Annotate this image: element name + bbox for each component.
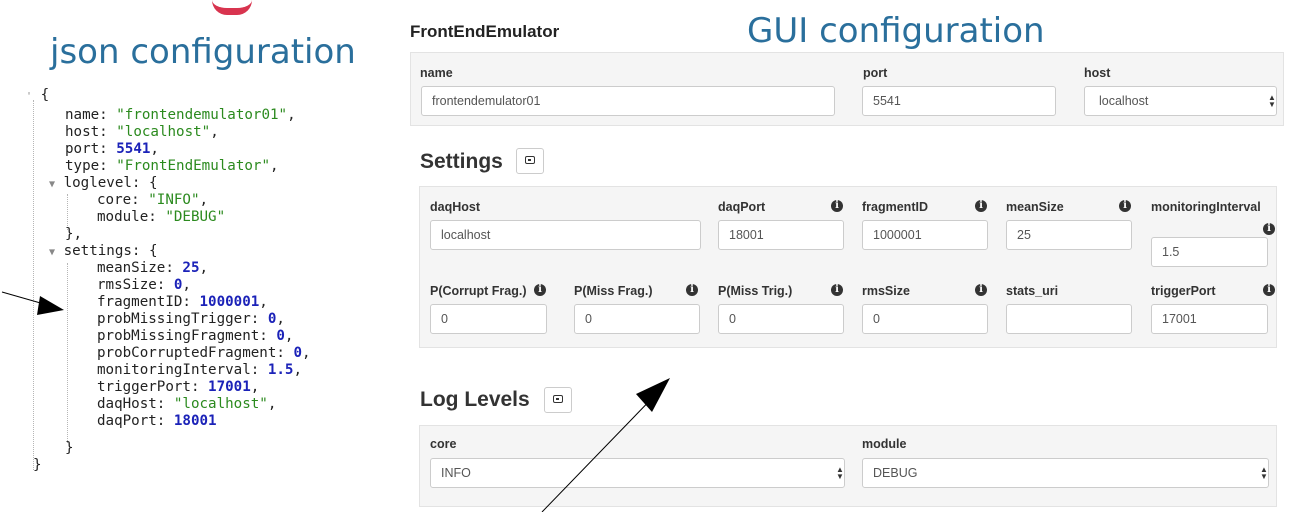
arrowhead-icon: [636, 378, 670, 412]
annotation-arrows: [1, 291, 670, 512]
arrowhead-icon: [37, 296, 64, 315]
arrow-to-gui: [541, 387, 663, 512]
